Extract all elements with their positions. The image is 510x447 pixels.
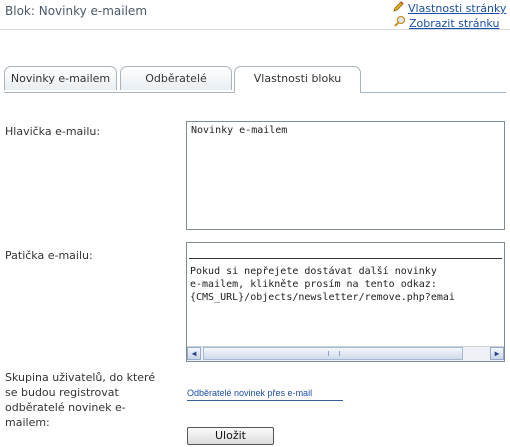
email-header-textarea[interactable]: Novinky e-mailem bbox=[186, 121, 505, 230]
tab-subscribers[interactable]: Odběratelé bbox=[120, 66, 232, 90]
scroll-thumb[interactable] bbox=[203, 347, 463, 360]
title-divider bbox=[0, 29, 510, 30]
arrow-right-icon: ▶ bbox=[494, 349, 500, 358]
tab-newsletter[interactable]: Novinky e-mailem bbox=[4, 66, 117, 90]
grip-icon bbox=[328, 351, 340, 356]
page-properties-label[interactable]: Vlastnosti stránky bbox=[408, 2, 506, 15]
tab-block-properties[interactable]: Vlastnosti bloku bbox=[234, 66, 361, 93]
arrow-left-icon: ◀ bbox=[191, 349, 197, 358]
user-group-select[interactable]: Odběratelé novinek přes e-mail bbox=[187, 388, 343, 401]
email-header-label: Hlavička e-mailu: bbox=[5, 125, 101, 138]
email-footer-text[interactable]: Pokud si nepřejete dostávat další novink… bbox=[190, 265, 455, 304]
page-title: Blok: Novinky e-mailem bbox=[5, 4, 148, 18]
email-footer-textarea[interactable]: Pokud si nepřejete dostávat další novink… bbox=[186, 242, 505, 362]
user-group-label: Skupina uživatelů, do které se budou reg… bbox=[5, 371, 156, 429]
footer-separator-line bbox=[189, 258, 502, 259]
horizontal-scrollbar[interactable]: ◀ ▶ bbox=[187, 346, 504, 361]
scroll-right-button[interactable]: ▶ bbox=[490, 347, 504, 360]
tab-bar: Novinky e-mailem Odběratelé Vlastnosti b… bbox=[4, 66, 506, 93]
pencil-icon bbox=[392, 0, 406, 15]
magnifier-icon bbox=[393, 15, 407, 30]
save-button[interactable]: Uložit bbox=[187, 427, 274, 445]
scroll-left-button[interactable]: ◀ bbox=[187, 347, 201, 360]
view-page-link[interactable]: Zobrazit stránku bbox=[393, 15, 499, 30]
page-properties-link[interactable]: Vlastnosti stránky bbox=[392, 0, 506, 15]
email-footer-label: Patička e-mailu: bbox=[5, 249, 93, 262]
